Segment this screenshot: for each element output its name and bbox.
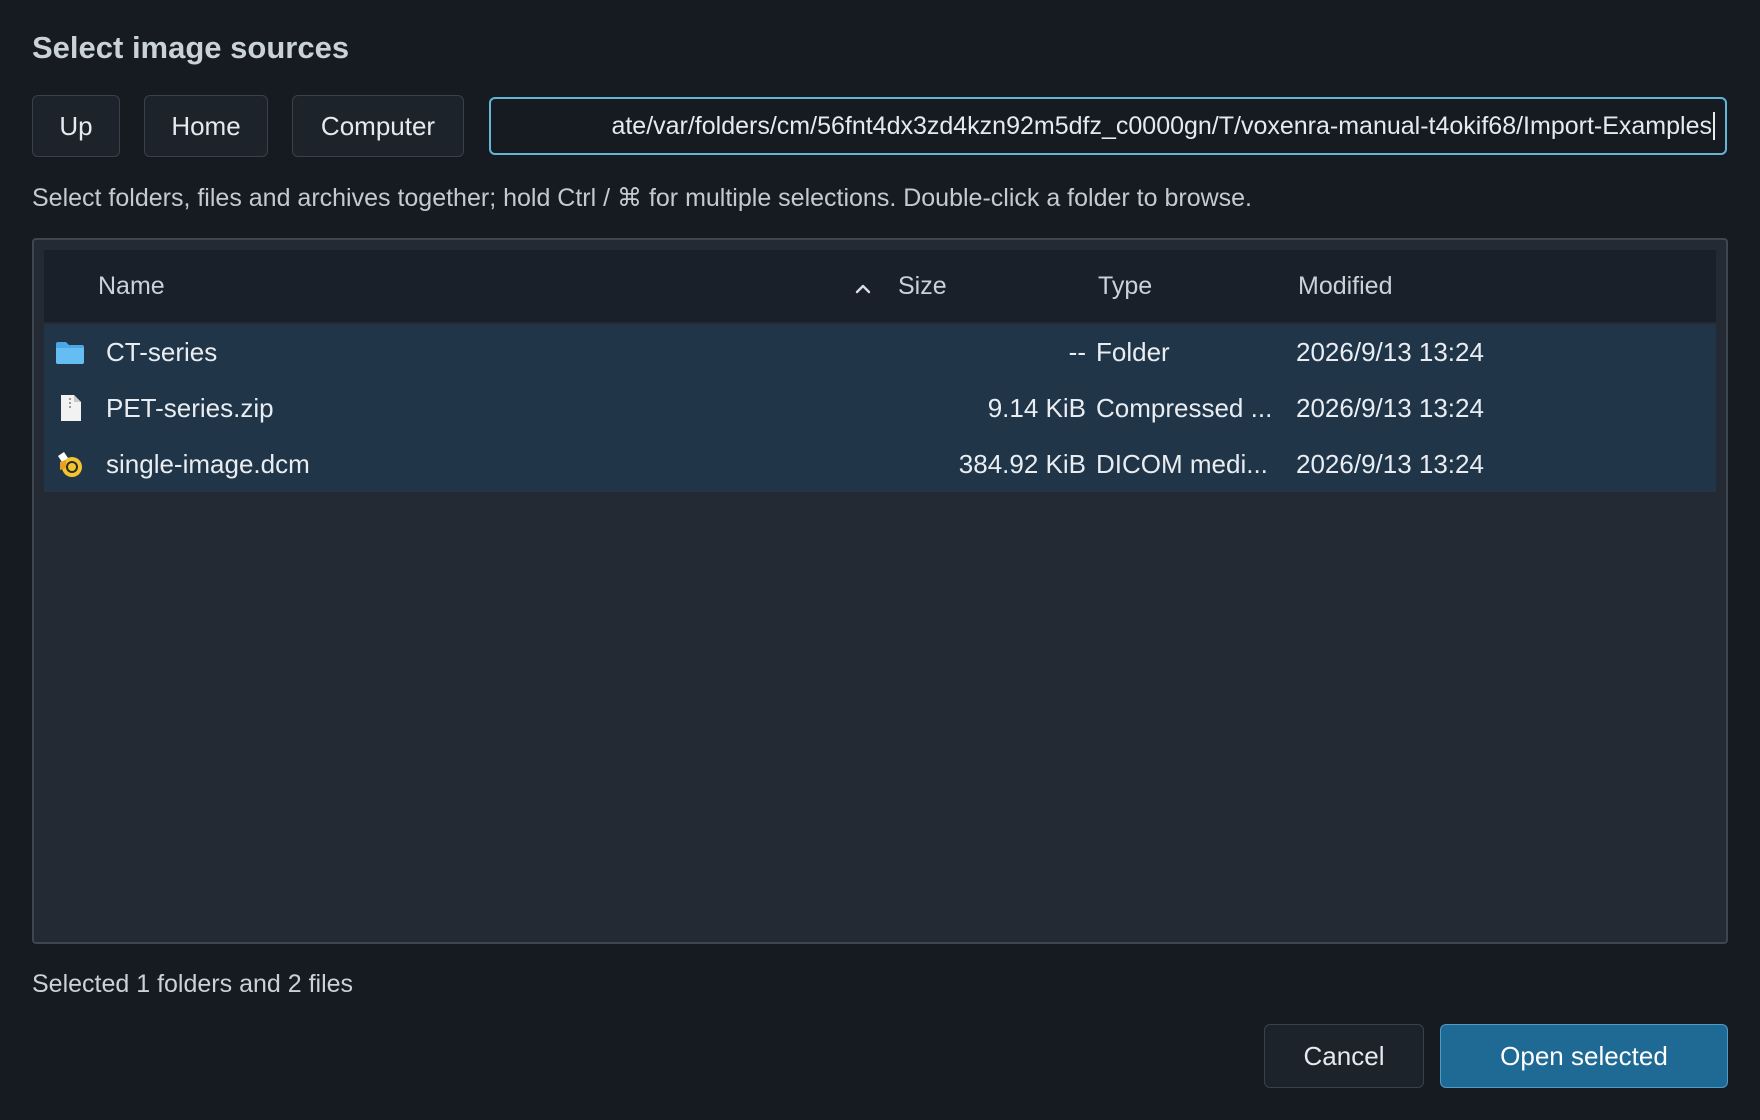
row-type: DICOM medi... (1096, 448, 1268, 479)
cancel-button[interactable]: Cancel (1264, 1024, 1424, 1088)
open-selected-button[interactable]: Open selected (1440, 1024, 1728, 1088)
path-input-value: ate/var/folders/cm/56fnt4dx3zd4kzn92m5df… (611, 111, 1712, 140)
row-name: CT-series (106, 336, 218, 367)
column-header-name[interactable]: Name (98, 250, 165, 322)
select-image-sources-dialog: Select image sources Up Home Computer at… (0, 0, 1760, 1120)
column-header-size[interactable]: Size (898, 250, 947, 322)
selection-hint: Select folders, files and archives toget… (32, 184, 1252, 212)
up-button[interactable]: Up (32, 95, 120, 157)
dicom-file-icon (58, 452, 82, 477)
column-header-modified[interactable]: Modified (1298, 250, 1393, 322)
folder-icon (56, 342, 84, 364)
home-button[interactable]: Home (144, 95, 268, 157)
row-type: Folder (1096, 336, 1170, 367)
selection-status: Selected 1 folders and 2 files (32, 970, 354, 998)
dialog-title: Select image sources (32, 30, 350, 65)
row-modified: 2026/9/13 13:24 (1296, 448, 1484, 479)
file-list[interactable]: Name Size Type Modified CT-series -- Fol… (32, 238, 1728, 944)
row-size: 9.14 KiB (987, 392, 1086, 423)
file-icon (61, 395, 81, 421)
path-input[interactable]: ate/var/folders/cm/56fnt4dx3zd4kzn92m5df… (489, 97, 1727, 155)
column-header-type[interactable]: Type (1098, 250, 1152, 322)
row-size: -- (1068, 336, 1086, 367)
row-name: single-image.dcm (106, 448, 310, 479)
table-row[interactable]: single-image.dcm 384.92 KiB DICOM medi..… (44, 436, 1716, 492)
row-size: 384.92 KiB (958, 448, 1086, 479)
row-name: PET-series.zip (106, 392, 274, 423)
table-row[interactable]: PET-series.zip 9.14 KiB Compressed ... 2… (44, 380, 1716, 436)
row-modified: 2026/9/13 13:24 (1296, 336, 1484, 367)
table-row[interactable]: CT-series -- Folder 2026/9/13 13:24 (44, 324, 1716, 380)
row-modified: 2026/9/13 13:24 (1296, 392, 1484, 423)
computer-button[interactable]: Computer (292, 95, 464, 157)
table-header: Name Size Type Modified (44, 250, 1716, 322)
text-caret (1713, 112, 1715, 140)
chevron-up-icon[interactable] (854, 280, 872, 298)
row-type: Compressed ... (1096, 392, 1273, 423)
